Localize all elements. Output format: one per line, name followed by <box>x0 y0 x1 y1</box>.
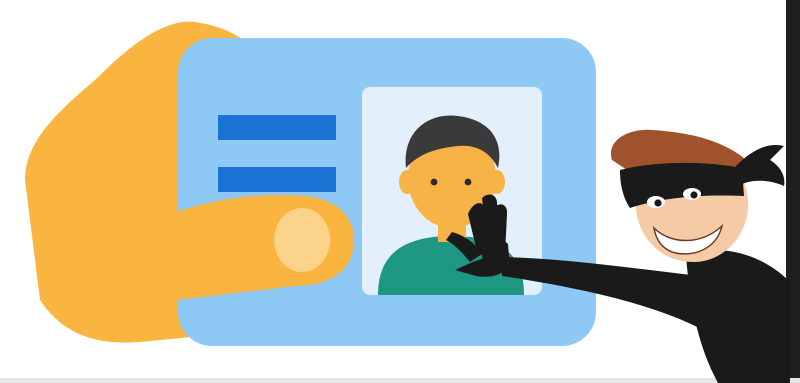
illustration-canvas <box>0 0 800 383</box>
bottom-border-strip <box>0 378 800 383</box>
card-line-bottom <box>218 167 336 192</box>
id-card-icon <box>178 38 596 346</box>
card-line-top <box>218 115 336 140</box>
identity-theft-illustration <box>0 0 800 383</box>
thumbnail-highlight <box>274 208 330 272</box>
